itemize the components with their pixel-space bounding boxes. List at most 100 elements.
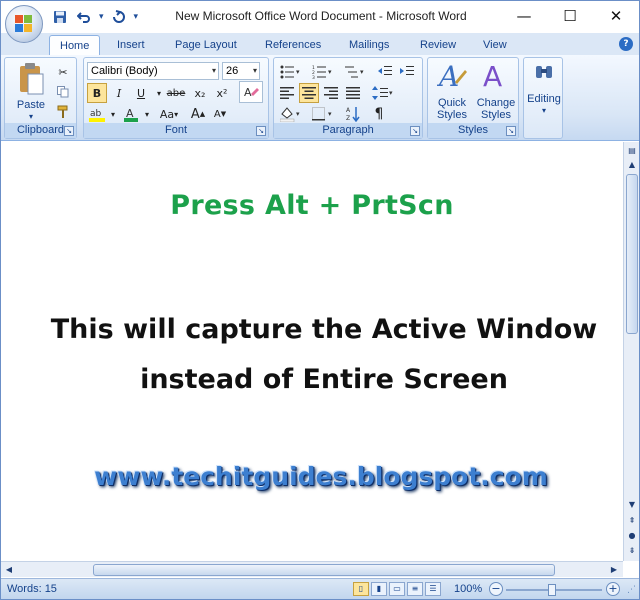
svg-text:▾: ▾ bbox=[360, 68, 364, 76]
status-bar: Words: 15 ▯ ▮ ▭ ≡ ☰ 100% − + ⋰ bbox=[1, 578, 639, 599]
minimize-button[interactable]: — bbox=[501, 1, 547, 31]
tab-home[interactable]: Home bbox=[49, 35, 101, 55]
svg-text:A: A bbox=[483, 60, 502, 93]
bold-button[interactable]: B bbox=[87, 83, 107, 103]
tab-view[interactable]: View bbox=[473, 35, 517, 55]
change-case-button[interactable]: Aa ▾ bbox=[156, 104, 182, 124]
change-case-label: Aa bbox=[159, 107, 175, 121]
next-page-icon[interactable]: ⇟ bbox=[625, 544, 639, 558]
editing-dropdown-icon: ▾ bbox=[541, 106, 546, 115]
doc-line-capture: This will capture the Active Window bbox=[50, 314, 598, 345]
strikethrough-button[interactable]: abe bbox=[166, 83, 186, 103]
font-size-dropdown-icon: ▾ bbox=[252, 66, 257, 75]
scroll-left-icon[interactable]: ◀ bbox=[2, 563, 16, 577]
svg-text:Z: Z bbox=[346, 115, 350, 122]
superscript-button[interactable]: x² bbox=[212, 83, 232, 103]
office-logo-icon bbox=[15, 15, 33, 33]
outline-view-icon[interactable]: ≡ bbox=[407, 582, 423, 596]
scroll-up-icon[interactable]: ▲ bbox=[625, 158, 639, 172]
help-icon[interactable]: ? bbox=[619, 37, 633, 51]
horizontal-scroll-thumb[interactable] bbox=[93, 564, 555, 576]
vertical-scrollbar[interactable]: ▤ ▲ ▼ ⇞ ● ⇟ bbox=[623, 142, 639, 561]
italic-button[interactable]: I bbox=[109, 83, 129, 103]
ruler-toggle-icon[interactable]: ▤ bbox=[625, 144, 639, 158]
sort-icon[interactable]: AZ bbox=[343, 104, 363, 124]
align-right-icon[interactable] bbox=[321, 83, 341, 103]
svg-text:ab: ab bbox=[90, 109, 102, 119]
font-size-combo[interactable]: 26 ▾ bbox=[222, 62, 260, 80]
shrink-font-button[interactable]: A ▼ bbox=[210, 104, 230, 124]
tab-insert[interactable]: Insert bbox=[107, 35, 155, 55]
zoom-in-icon[interactable]: + bbox=[606, 582, 620, 596]
clipboard-launcher-icon[interactable]: ↘ bbox=[64, 126, 74, 136]
bullets-icon[interactable]: ▾ bbox=[277, 62, 305, 82]
copy-icon[interactable] bbox=[53, 82, 73, 102]
maximize-button[interactable]: ☐ bbox=[547, 1, 593, 31]
previous-page-icon[interactable]: ⇞ bbox=[625, 514, 639, 528]
tab-mailings[interactable]: Mailings bbox=[339, 35, 399, 55]
cut-icon[interactable]: ✂ bbox=[53, 62, 73, 82]
borders-icon[interactable]: ▾ bbox=[309, 104, 337, 124]
zoom-out-icon[interactable]: − bbox=[489, 582, 503, 596]
word-count[interactable]: Words: 15 bbox=[7, 583, 57, 595]
paragraph-launcher-icon[interactable]: ↘ bbox=[410, 126, 420, 136]
print-layout-icon[interactable]: ▯ bbox=[353, 582, 369, 596]
font-face-combo[interactable]: Calibri (Body) ▾ bbox=[87, 62, 219, 80]
draft-view-icon[interactable]: ☰ bbox=[425, 582, 441, 596]
zoom-slider-thumb[interactable] bbox=[548, 584, 556, 596]
quick-styles-button[interactable]: A Quick Styles bbox=[430, 60, 474, 121]
tab-page-layout[interactable]: Page Layout bbox=[165, 35, 247, 55]
browse-object-icon[interactable]: ● bbox=[625, 529, 639, 543]
svg-text:▾: ▾ bbox=[328, 110, 332, 118]
svg-text:▾: ▾ bbox=[389, 89, 393, 97]
multilevel-list-icon[interactable]: ▾ bbox=[341, 62, 369, 82]
svg-text:▾: ▾ bbox=[328, 68, 332, 76]
quick-styles-label: Quick Styles bbox=[437, 97, 467, 121]
web-layout-icon[interactable]: ▭ bbox=[389, 582, 405, 596]
clear-formatting-icon[interactable]: A bbox=[239, 81, 263, 103]
font-face-dropdown-icon: ▾ bbox=[211, 66, 216, 75]
font-group-label: Font bbox=[84, 123, 268, 138]
vertical-scroll-thumb[interactable] bbox=[626, 174, 638, 334]
editing-button[interactable]: Editing ▾ bbox=[524, 64, 564, 117]
grow-font-label: A bbox=[190, 106, 200, 122]
office-button[interactable] bbox=[5, 5, 43, 43]
font-face-value: Calibri (Body) bbox=[91, 65, 158, 77]
full-screen-reading-icon[interactable]: ▮ bbox=[371, 582, 387, 596]
styles-launcher-icon[interactable]: ↘ bbox=[506, 126, 516, 136]
subscript-button[interactable]: x₂ bbox=[190, 83, 210, 103]
line-spacing-icon[interactable]: ▾ bbox=[369, 83, 397, 103]
scroll-right-icon[interactable]: ▶ bbox=[607, 563, 621, 577]
zoom-level[interactable]: 100% bbox=[454, 583, 482, 595]
paste-button[interactable]: Paste ▾ bbox=[9, 62, 53, 123]
numbering-icon[interactable]: 1 2 3 ▾ bbox=[309, 62, 337, 82]
close-button[interactable]: ✕ bbox=[593, 1, 639, 31]
binoculars-icon bbox=[536, 66, 552, 78]
resize-grip-icon[interactable]: ⋰ bbox=[627, 585, 637, 595]
tab-review[interactable]: Review bbox=[410, 35, 466, 55]
align-center-icon[interactable] bbox=[299, 83, 319, 103]
format-painter-icon[interactable] bbox=[53, 102, 73, 122]
justify-icon[interactable] bbox=[343, 83, 363, 103]
underline-button[interactable]: U bbox=[131, 83, 151, 103]
change-styles-button[interactable]: A Change Styles bbox=[474, 60, 518, 121]
quick-styles-icon: A bbox=[436, 60, 467, 93]
document-page[interactable]: Press Alt + PrtScn This will capture the… bbox=[1, 142, 623, 561]
scroll-down-icon[interactable]: ▼ bbox=[625, 498, 639, 512]
paragraph-group-label: Paragraph bbox=[274, 123, 422, 138]
show-marks-button[interactable]: ¶ bbox=[369, 104, 389, 124]
align-left-icon[interactable] bbox=[277, 83, 297, 103]
decrease-indent-icon[interactable] bbox=[375, 62, 395, 82]
change-styles-icon: A bbox=[483, 60, 502, 93]
increase-indent-icon[interactable] bbox=[397, 62, 417, 82]
ribbon: Paste ▾ ✂ Clipboard ↘ Calibri (Body) ▾ 2… bbox=[1, 55, 639, 141]
shading-icon[interactable]: ▾ bbox=[277, 104, 305, 124]
highlight-dropdown-icon[interactable]: ▾ bbox=[103, 104, 123, 124]
font-launcher-icon[interactable]: ↘ bbox=[256, 126, 266, 136]
editing-label: Editing bbox=[527, 93, 561, 105]
horizontal-scrollbar[interactable]: ◀ ▶ bbox=[1, 561, 623, 577]
grow-font-button[interactable]: A ▲ bbox=[188, 104, 208, 124]
tab-references[interactable]: References bbox=[255, 35, 331, 55]
svg-text:A: A bbox=[244, 86, 252, 99]
font-color-dropdown-icon[interactable]: ▾ bbox=[137, 104, 157, 124]
